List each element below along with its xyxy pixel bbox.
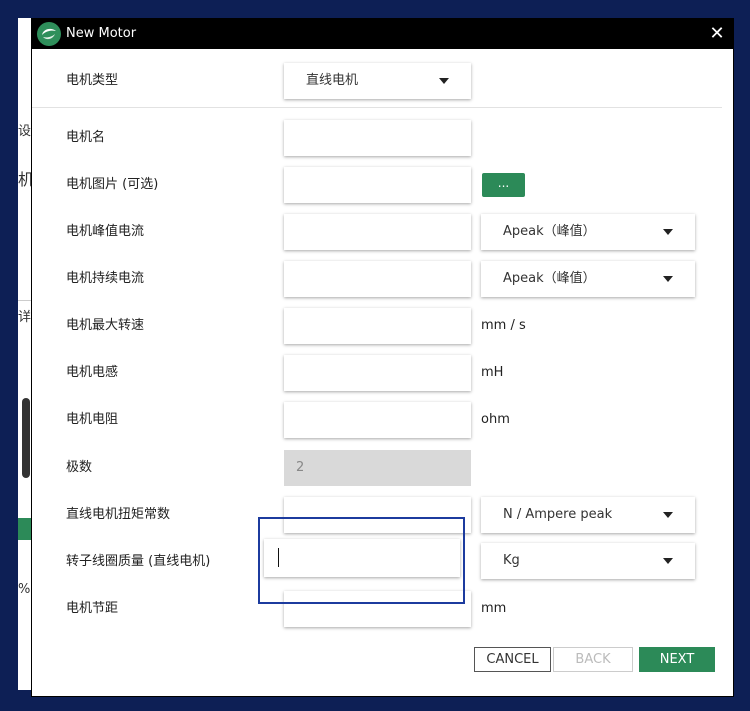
motor-name-input[interactable] bbox=[284, 120, 471, 156]
label-resistance: 电机电阻 bbox=[66, 412, 119, 427]
continuous-current-unit-value: Apeak（峰值） bbox=[503, 271, 596, 286]
motor-type-select[interactable]: 直线电机 bbox=[284, 63, 471, 99]
focus-highlight-box bbox=[258, 517, 465, 604]
caret-down-icon bbox=[439, 78, 449, 84]
label-poles: 极数 bbox=[66, 460, 93, 475]
label-continuous-current: 电机持续电流 bbox=[66, 271, 145, 286]
label-peak-current: 电机峰值电流 bbox=[66, 224, 145, 239]
label-pitch: 电机节距 bbox=[66, 601, 119, 616]
background-graphic bbox=[22, 398, 30, 478]
motor-image-input[interactable] bbox=[284, 167, 471, 203]
cancel-button[interactable]: CANCEL bbox=[474, 647, 551, 672]
window-title: New Motor bbox=[66, 26, 137, 41]
background-text: 详 bbox=[18, 310, 32, 325]
back-button: BACK bbox=[553, 647, 633, 672]
browse-button[interactable]: ... bbox=[482, 173, 525, 197]
torque-constant-unit-select[interactable]: N / Ampere peak bbox=[481, 497, 695, 533]
label-max-speed: 电机最大转速 bbox=[66, 318, 145, 333]
resistance-unit: ohm bbox=[481, 412, 510, 427]
max-speed-input[interactable] bbox=[284, 308, 471, 344]
motor-type-value: 直线电机 bbox=[306, 73, 359, 88]
peak-current-unit-value: Apeak（峰值） bbox=[503, 224, 596, 239]
max-speed-unit: mm / s bbox=[481, 318, 526, 333]
section-divider bbox=[32, 107, 722, 108]
torque-constant-unit-value: N / Ampere peak bbox=[503, 507, 613, 522]
label-torque-constant: 直线电机扭矩常数 bbox=[66, 507, 171, 522]
next-button[interactable]: NEXT bbox=[639, 647, 715, 672]
inductance-input[interactable] bbox=[284, 355, 471, 391]
caret-down-icon bbox=[663, 512, 673, 518]
caret-down-icon bbox=[663, 558, 673, 564]
app-logo-icon bbox=[37, 22, 61, 46]
resistance-input[interactable] bbox=[284, 402, 471, 438]
peak-current-unit-select[interactable]: Apeak（峰值） bbox=[481, 214, 695, 250]
peak-current-input[interactable] bbox=[284, 214, 471, 250]
new-motor-dialog: New Motor ✕ 电机类型 直线电机 电机名 电机图片 (可选) ... … bbox=[31, 18, 734, 697]
label-coil-mass: 转子线圈质量 (直线电机) bbox=[66, 554, 211, 569]
label-motor-type: 电机类型 bbox=[66, 73, 119, 88]
continuous-current-unit-select[interactable]: Apeak（峰值） bbox=[481, 261, 695, 297]
close-icon[interactable]: ✕ bbox=[707, 23, 727, 45]
caret-down-icon bbox=[663, 276, 673, 282]
inductance-unit: mH bbox=[481, 365, 504, 380]
continuous-current-input[interactable] bbox=[284, 261, 471, 297]
label-motor-image: 电机图片 (可选) bbox=[66, 177, 159, 192]
background-text: % bbox=[18, 582, 31, 597]
coil-mass-unit-select[interactable]: Kg bbox=[481, 543, 695, 579]
poles-input: 2 bbox=[284, 450, 471, 486]
pitch-unit: mm bbox=[481, 601, 507, 616]
label-motor-name: 电机名 bbox=[66, 130, 106, 145]
label-inductance: 电机电感 bbox=[66, 365, 119, 380]
title-bar[interactable]: New Motor ✕ bbox=[32, 19, 733, 49]
background-text: 设 bbox=[18, 124, 32, 139]
coil-mass-unit-value: Kg bbox=[503, 553, 520, 568]
caret-down-icon bbox=[663, 229, 673, 235]
